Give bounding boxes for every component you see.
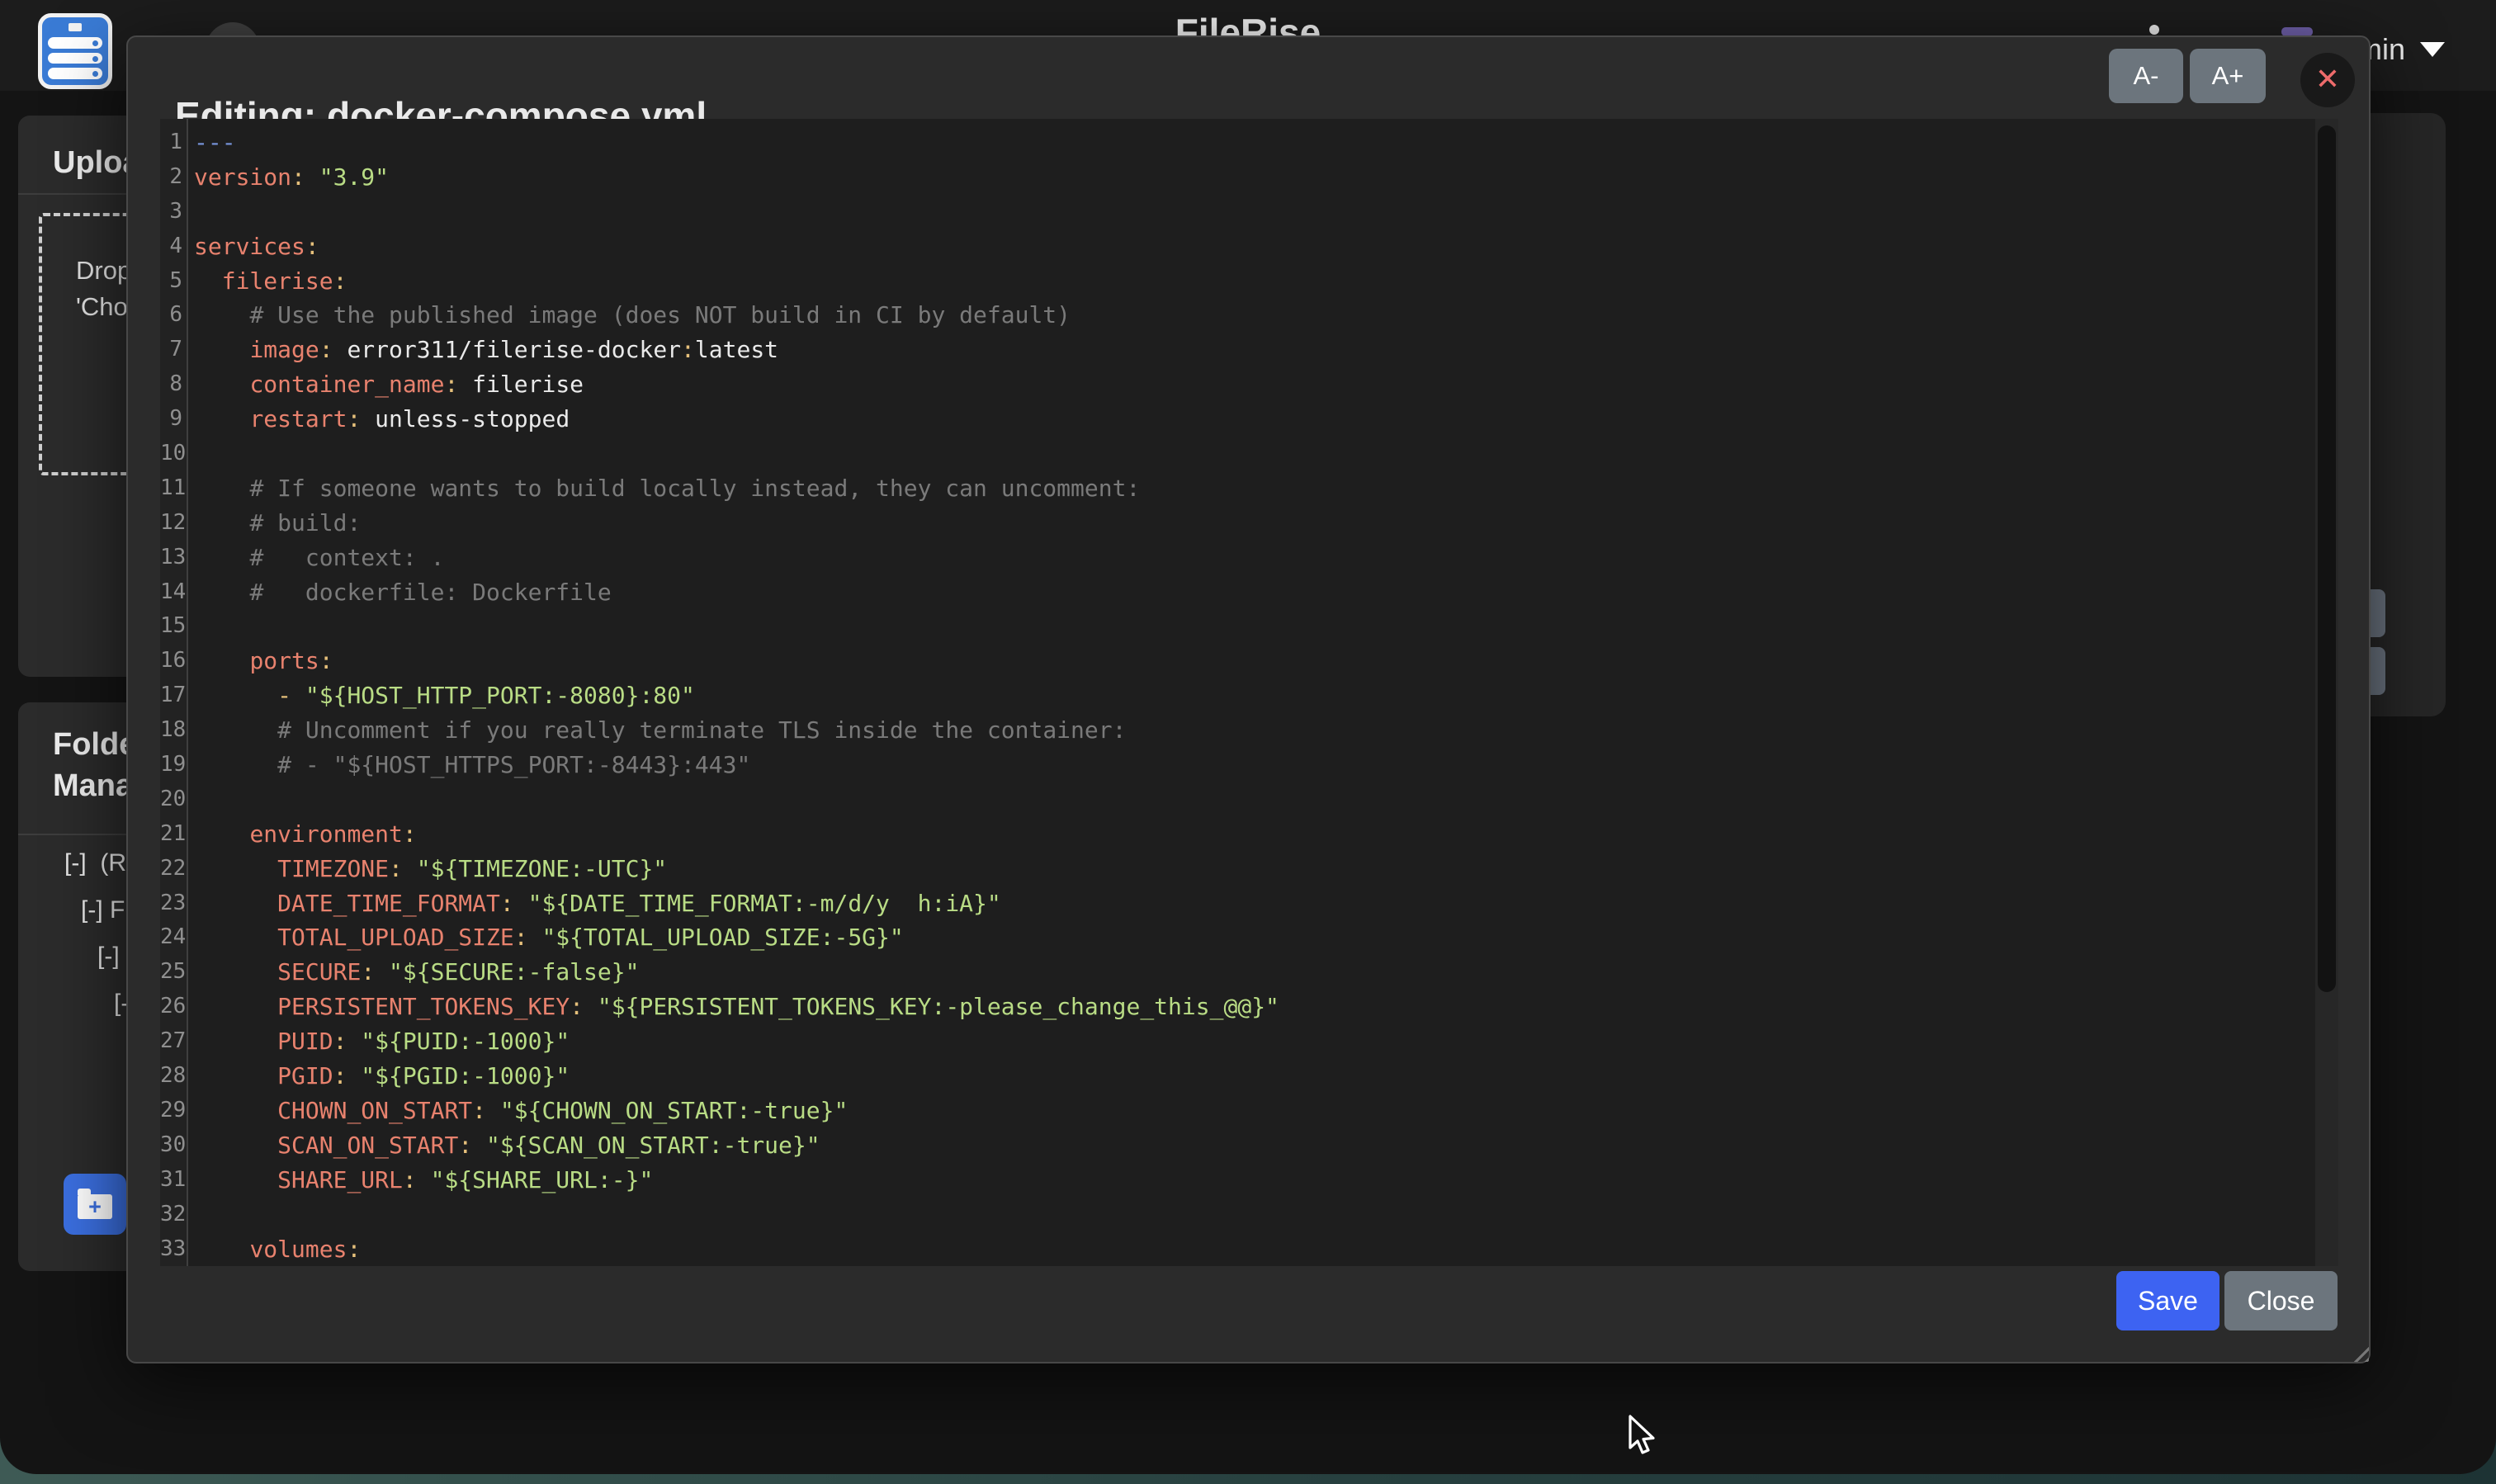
code-line[interactable]: SHARE_URL: "${SHARE_URL:-}" bbox=[194, 1163, 2315, 1198]
line-number: 3 bbox=[160, 195, 182, 229]
dropzone-text: 'Cho bbox=[76, 292, 128, 322]
line-number: 28 bbox=[160, 1059, 182, 1094]
line-number: 20 bbox=[160, 782, 182, 817]
code-line[interactable]: SCAN_ON_START: "${SCAN_ON_START:-true}" bbox=[194, 1128, 2315, 1163]
line-number: 11 bbox=[160, 471, 182, 506]
chevron-down-icon bbox=[2420, 42, 2445, 57]
code-line[interactable] bbox=[194, 782, 2315, 817]
folder-tree-item[interactable]: [-] bbox=[97, 943, 120, 971]
line-number: 17 bbox=[160, 678, 182, 713]
font-increase-button[interactable]: A+ bbox=[2190, 49, 2266, 103]
editor-scrollbar[interactable] bbox=[2315, 119, 2338, 1266]
line-number: 6 bbox=[160, 298, 182, 333]
code-line[interactable]: PERSISTENT_TOKENS_KEY: "${PERSISTENT_TOK… bbox=[194, 990, 2315, 1024]
code-line[interactable]: volumes: bbox=[194, 1232, 2315, 1267]
code-line[interactable]: PUID: "${PUID:-1000}" bbox=[194, 1024, 2315, 1059]
line-number: 14 bbox=[160, 575, 182, 610]
folder-tree-item[interactable]: [-] (R bbox=[64, 849, 126, 877]
code-line[interactable] bbox=[194, 195, 2315, 229]
line-number: 22 bbox=[160, 852, 182, 886]
code-line[interactable]: # Uncomment if you really terminate TLS … bbox=[194, 713, 2315, 748]
line-number-gutter: 1234567891011121314151617181920212223242… bbox=[160, 119, 188, 1266]
code-line[interactable]: DATE_TIME_FORMAT: "${DATE_TIME_FORMAT:-m… bbox=[194, 886, 2315, 921]
app-window: FileRise min Uploa Drop 'Cho Folde Mana bbox=[0, 0, 2496, 1474]
code-line[interactable]: --- bbox=[194, 125, 2315, 160]
line-number: 2 bbox=[160, 160, 182, 195]
line-number: 12 bbox=[160, 506, 182, 541]
font-decrease-button[interactable]: A- bbox=[2109, 49, 2183, 103]
screen: FileRise min Uploa Drop 'Cho Folde Mana bbox=[0, 0, 2496, 1484]
line-number: 31 bbox=[160, 1163, 182, 1198]
edit-file-modal: Editing: docker-compose.yml A- A+ ✕ 1234… bbox=[126, 35, 2371, 1363]
close-icon[interactable]: ✕ bbox=[2300, 53, 2355, 107]
line-number: 16 bbox=[160, 644, 182, 678]
line-number: 21 bbox=[160, 817, 182, 852]
folder-card-title-line2: Mana bbox=[53, 768, 133, 804]
line-number: 19 bbox=[160, 748, 182, 782]
code-line[interactable]: # - "${HOST_HTTPS_PORT:-8443}:443" bbox=[194, 748, 2315, 782]
code-line[interactable] bbox=[194, 1198, 2315, 1232]
line-number: 5 bbox=[160, 264, 182, 299]
close-button[interactable]: Close bbox=[2224, 1271, 2338, 1330]
code-line[interactable]: image: error311/filerise-docker:latest bbox=[194, 333, 2315, 367]
header-partial-icon bbox=[2149, 25, 2159, 35]
code-area[interactable]: ---version: "3.9" services: filerise: # … bbox=[194, 125, 2315, 1266]
line-number: 4 bbox=[160, 229, 182, 264]
line-number: 26 bbox=[160, 990, 182, 1024]
save-button[interactable]: Save bbox=[2116, 1271, 2219, 1330]
code-line[interactable]: - "${HOST_HTTP_PORT:-8080}:80" bbox=[194, 678, 2315, 713]
code-line[interactable]: # Use the published image (does NOT buil… bbox=[194, 298, 2315, 333]
line-number: 8 bbox=[160, 367, 182, 402]
line-number: 10 bbox=[160, 437, 182, 471]
code-line[interactable]: TOTAL_UPLOAD_SIZE: "${TOTAL_UPLOAD_SIZE:… bbox=[194, 920, 2315, 955]
code-line[interactable]: SECURE: "${SECURE:-false}" bbox=[194, 955, 2315, 990]
line-number: 29 bbox=[160, 1094, 182, 1128]
code-line[interactable]: ports: bbox=[194, 644, 2315, 678]
code-line[interactable]: # dockerfile: Dockerfile bbox=[194, 575, 2315, 610]
line-number: 25 bbox=[160, 955, 182, 990]
line-number: 23 bbox=[160, 886, 182, 921]
code-line[interactable]: environment: bbox=[194, 817, 2315, 852]
code-line[interactable] bbox=[194, 609, 2315, 644]
line-number: 18 bbox=[160, 713, 182, 748]
code-line[interactable]: version: "3.9" bbox=[194, 160, 2315, 195]
folder-tree-item[interactable]: [-] F bbox=[81, 896, 125, 924]
line-number: 32 bbox=[160, 1198, 182, 1232]
editor-scrollbar-thumb[interactable] bbox=[2318, 125, 2336, 992]
code-line[interactable]: filerise: bbox=[194, 264, 2315, 299]
code-line[interactable]: CHOWN_ON_START: "${CHOWN_ON_START:-true}… bbox=[194, 1094, 2315, 1128]
code-line[interactable]: # build: bbox=[194, 506, 2315, 541]
line-number: 30 bbox=[160, 1128, 182, 1163]
code-line[interactable]: TIMEZONE: "${TIMEZONE:-UTC}" bbox=[194, 852, 2315, 886]
line-number: 27 bbox=[160, 1024, 182, 1059]
code-line[interactable]: # context: . bbox=[194, 541, 2315, 575]
resize-handle[interactable] bbox=[2347, 1340, 2369, 1362]
mouse-cursor bbox=[1627, 1415, 1666, 1459]
create-folder-button[interactable]: + bbox=[64, 1174, 126, 1235]
code-line[interactable]: services: bbox=[194, 229, 2315, 264]
line-number: 1 bbox=[160, 125, 182, 160]
folder-card-title-line1: Folde bbox=[53, 727, 136, 763]
line-number: 33 bbox=[160, 1232, 182, 1267]
code-line[interactable]: PGID: "${PGID:-1000}" bbox=[194, 1059, 2315, 1094]
line-number: 24 bbox=[160, 920, 182, 955]
dropzone-text: Drop bbox=[76, 256, 131, 286]
code-line[interactable]: # If someone wants to build locally inst… bbox=[194, 471, 2315, 506]
code-line[interactable] bbox=[194, 437, 2315, 471]
line-number: 7 bbox=[160, 333, 182, 367]
code-editor[interactable]: 1234567891011121314151617181920212223242… bbox=[160, 119, 2338, 1266]
line-number: 9 bbox=[160, 402, 182, 437]
filerise-logo-icon[interactable] bbox=[38, 13, 112, 89]
line-number: 13 bbox=[160, 541, 182, 575]
code-line[interactable]: container_name: filerise bbox=[194, 367, 2315, 402]
code-line[interactable]: restart: unless-stopped bbox=[194, 402, 2315, 437]
folder-plus-icon: + bbox=[78, 1194, 112, 1219]
line-number: 15 bbox=[160, 609, 182, 644]
